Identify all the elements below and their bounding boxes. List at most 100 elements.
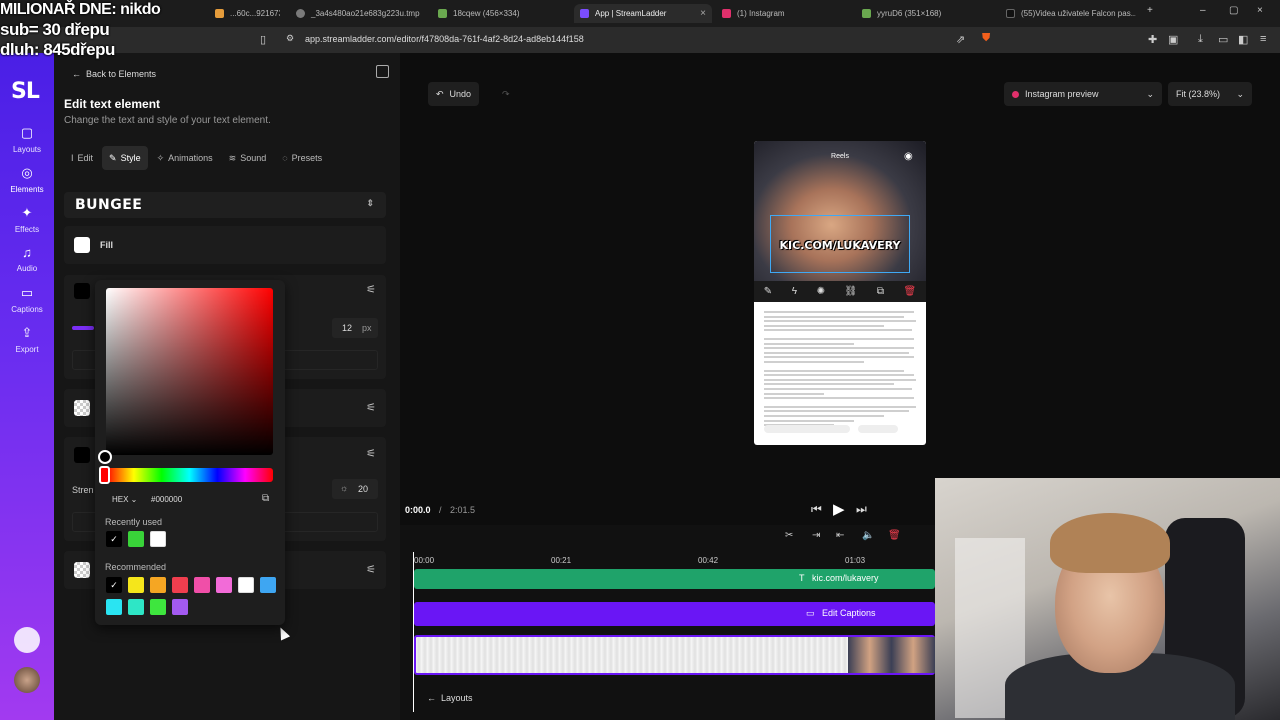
format-select[interactable]: HEX ⌄	[112, 495, 137, 504]
browser-tab[interactable]: 18cqew (456×334)	[438, 4, 568, 23]
rail-item-effects[interactable]: ✦ Effects	[0, 205, 54, 234]
sidebar-icon[interactable]: ◧	[1238, 33, 1248, 46]
captions-track[interactable]: ▭ Edit Captions	[414, 602, 935, 626]
zoom-select[interactable]: Fit (23.8%) ⌄	[1168, 82, 1252, 106]
site-info-icon[interactable]: ⚙	[286, 33, 294, 44]
text-track[interactable]: Tkic.com/lukavery	[414, 569, 935, 589]
menu-icon[interactable]: ≡	[1260, 33, 1266, 45]
color-swatch[interactable]: ✓	[106, 531, 122, 547]
rail-item-audio[interactable]: ♫ Audio	[0, 245, 54, 273]
url-text[interactable]: app.streamladder.com/editor/f47808da-761…	[305, 34, 584, 44]
sliders-icon[interactable]: ⚟	[366, 283, 376, 296]
color-swatch[interactable]	[128, 531, 144, 547]
color-swatch[interactable]	[150, 531, 166, 547]
sliders-icon[interactable]: ⚟	[366, 447, 376, 460]
lightning-icon[interactable]: ϟ	[792, 286, 797, 297]
new-tab-icon[interactable]: +	[1147, 5, 1153, 16]
color-swatch[interactable]: ✓	[106, 577, 122, 593]
split-left-icon[interactable]: ⇤	[836, 530, 844, 541]
chat-icon[interactable]	[14, 627, 40, 653]
wallet-icon[interactable]: ▭	[1218, 33, 1228, 46]
split-right-icon[interactable]: ⇥	[812, 530, 820, 541]
doc-line	[764, 392, 824, 395]
download-icon[interactable]: ⤓	[1198, 33, 1203, 46]
brave-shield-icon[interactable]: ⛊	[982, 32, 990, 45]
browser-tab[interactable]: ...60c...9216735...	[215, 4, 280, 23]
hex-input[interactable]: #000000	[151, 495, 182, 504]
rail-item-layouts[interactable]: ▢ Layouts	[0, 125, 54, 154]
extensions-icon[interactable]: ✚	[1148, 33, 1157, 46]
scissors-icon[interactable]: ✂	[785, 530, 793, 541]
preview-mode-select[interactable]: Instagram preview ⌄	[1004, 82, 1162, 106]
color-swatch[interactable]	[194, 577, 210, 593]
sliders-icon[interactable]: ⚟	[366, 563, 376, 576]
font-select[interactable]: BUNGEE ⇕	[64, 192, 386, 218]
caption-text[interactable]: KIC.COM/LUKAVERY	[754, 239, 926, 252]
effects-icon[interactable]: ✺	[817, 286, 825, 297]
screenshot-icon[interactable]: ▣	[1168, 33, 1178, 46]
trash-icon[interactable]: 🗑	[904, 286, 917, 297]
redo-button[interactable]: ↷	[494, 82, 518, 106]
play-icon[interactable]: ▶	[833, 500, 845, 518]
tab-presets[interactable]: ◌ Presets	[275, 146, 329, 170]
color-swatch[interactable]	[260, 577, 276, 593]
color-swatch[interactable]	[106, 599, 122, 615]
rail-item-export[interactable]: ⇪ Export	[0, 325, 54, 354]
shadow-swatch[interactable]	[74, 447, 90, 463]
rail-item-captions[interactable]: ▭ Captions	[0, 285, 54, 314]
pencil-icon[interactable]: ✎	[764, 286, 772, 297]
saturation-thumb[interactable]	[98, 450, 112, 464]
color-swatch[interactable]	[150, 577, 166, 593]
stroke-slider[interactable]	[72, 326, 94, 330]
avatar[interactable]	[14, 667, 40, 693]
stroke-swatch[interactable]	[74, 283, 90, 299]
browser-tab[interactable]: (55)Videa uživatele Falcon pas...	[1006, 4, 1136, 23]
stroke-size-input[interactable]: 12 px	[332, 318, 378, 338]
tab-edit[interactable]: I Edit	[64, 146, 100, 170]
tab-sound[interactable]: ≋ Sound	[222, 146, 274, 170]
background-swatch[interactable]	[74, 400, 90, 416]
hue-thumb[interactable]	[99, 466, 110, 484]
close-window-icon[interactable]: ×	[1257, 5, 1263, 16]
collapse-panel-icon[interactable]	[376, 65, 389, 78]
streamladder-logo[interactable]: SL	[11, 79, 40, 104]
rewind-icon[interactable]: ⏮	[811, 502, 822, 517]
strength-input[interactable]: ☼ 20	[332, 479, 378, 499]
share-icon[interactable]: ⇗	[956, 33, 965, 46]
saturation-value-area[interactable]	[106, 288, 273, 455]
color-swatch[interactable]	[128, 599, 144, 615]
phone-preview[interactable]: Reels ◉ KIC.COM/LUKAVERY ✎ ϟ ✺ ⛓ ⧉ 🗑	[754, 141, 926, 445]
copy-icon[interactable]: ⧉	[262, 493, 269, 504]
color-swatch[interactable]	[172, 577, 188, 593]
tab-style[interactable]: ✎ Style	[102, 146, 148, 170]
color-swatch[interactable]	[128, 577, 144, 593]
back-to-elements-link[interactable]: ← Back to Elements	[72, 69, 156, 79]
close-tab-icon[interactable]: ×	[700, 8, 706, 19]
duplicate-icon[interactable]: ⧉	[877, 286, 884, 297]
tab-animations[interactable]: ✧ Animations	[150, 146, 220, 170]
color-swatch[interactable]	[172, 599, 188, 615]
color-swatch[interactable]	[238, 577, 254, 593]
link-icon[interactable]: ⛓	[845, 286, 858, 297]
mute-icon[interactable]: 🔈	[862, 530, 874, 541]
undo-button[interactable]: ↶ Undo	[428, 82, 480, 106]
forward-icon[interactable]: ⏭	[856, 502, 867, 517]
color-swatch[interactable]	[216, 577, 232, 593]
maximize-icon[interactable]: ▢	[1229, 5, 1238, 16]
video-track[interactable]	[414, 635, 935, 675]
fill-row[interactable]: Fill	[64, 226, 386, 264]
layouts-button[interactable]: ← Layouts	[427, 693, 473, 703]
highlight-swatch[interactable]	[74, 562, 90, 578]
hue-slider[interactable]	[106, 468, 273, 482]
browser-tab[interactable]: _3a4s480ao21e683g223u.tmp	[296, 4, 436, 23]
minimize-icon[interactable]: –	[1200, 5, 1206, 16]
browser-tab[interactable]: (1) Instagram	[722, 4, 852, 23]
rail-item-elements[interactable]: ◎ Elements	[0, 165, 54, 194]
browser-tab-active[interactable]: App | StreamLadder ×	[574, 4, 712, 23]
bookmark-icon[interactable]: ▯	[260, 33, 266, 46]
delete-icon[interactable]: 🗑	[888, 530, 901, 541]
browser-tab[interactable]: yyruD6 (351×168)	[862, 4, 992, 23]
sliders-icon[interactable]: ⚟	[366, 401, 376, 414]
fill-swatch[interactable]	[74, 237, 90, 253]
color-swatch[interactable]	[150, 599, 166, 615]
